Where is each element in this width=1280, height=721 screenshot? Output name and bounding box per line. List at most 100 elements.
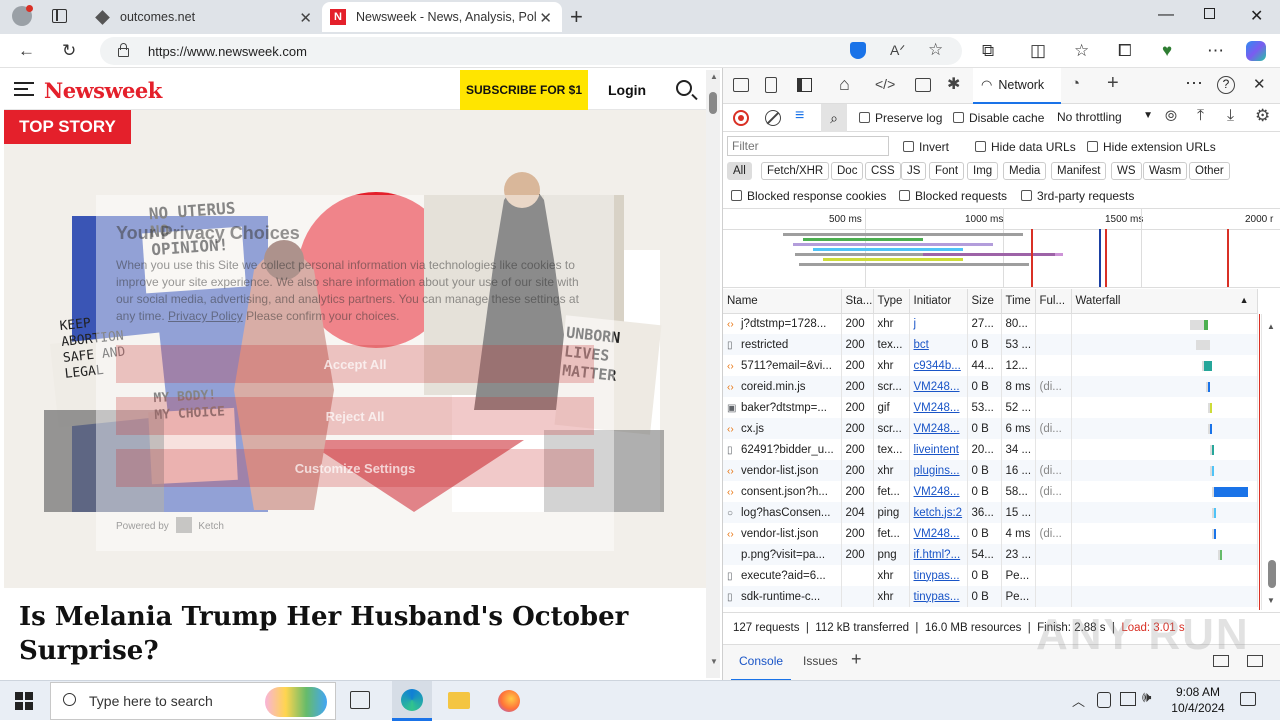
show-hidden-icons[interactable]: ︿ — [1072, 691, 1085, 710]
login-link[interactable]: Login — [608, 82, 646, 98]
hide-data-urls-checkbox[interactable]: Hide data URLs — [975, 140, 1076, 154]
export-har-icon[interactable]: ⤓ — [1227, 107, 1234, 125]
profile-icon[interactable] — [12, 5, 33, 26]
request-initiator[interactable]: tinypas... — [909, 565, 968, 586]
request-initiator[interactable]: if.html?... — [909, 544, 968, 565]
request-row[interactable]: ▯ 62491?bidder_u... 200 tex... liveintent 20.… — [723, 439, 1258, 460]
request-initiator[interactable]: ketch.js:2 — [909, 502, 968, 523]
tab-network[interactable]: ◠ Network — [973, 68, 1061, 104]
request-initiator[interactable]: j — [909, 313, 968, 334]
request-row[interactable]: ▯ restricted 200 tex... bct 0 B 53 ... — [723, 334, 1258, 355]
chip-manifest[interactable]: Manifest — [1051, 162, 1107, 180]
maximize-button[interactable] — [1204, 6, 1215, 24]
request-row[interactable]: ‹› vendor-list.json 200 xhr plugins... 0 B 16 … — [723, 460, 1258, 481]
search-icon[interactable]: ⌕ — [821, 104, 847, 132]
device-toolbar-icon[interactable] — [765, 77, 777, 93]
favorite-star-icon[interactable]: ☆ — [928, 40, 943, 60]
favorites-icon[interactable]: ☆ — [1074, 41, 1089, 61]
hamburger-menu-icon[interactable] — [14, 82, 34, 97]
request-row[interactable]: ‹› vendor-list.json 200 fet... VM248... 0 B4 … — [723, 523, 1258, 544]
disable-cache-checkbox[interactable]: Disable cache — [953, 111, 1044, 125]
request-row[interactable]: ▯ execute?aid=6... xhr tinypas... 0 B Pe... — [723, 565, 1258, 586]
refresh-icon[interactable]: ↻ — [62, 41, 76, 61]
shield-icon[interactable] — [850, 42, 866, 59]
chip-font[interactable]: Font — [929, 162, 965, 180]
accept-all-button[interactable]: Accept All — [116, 345, 594, 383]
close-window-button[interactable]: ✕ — [1250, 6, 1263, 26]
chip-other[interactable]: Other — [1189, 162, 1230, 180]
article-headline[interactable]: Is Melania Trump Her Husband's October S… — [19, 600, 659, 668]
request-row[interactable]: p.png?visit=pa... 200 png if.html?... 54... 2… — [723, 544, 1258, 565]
performance-icon[interactable]: ♥ — [1162, 41, 1172, 61]
request-row[interactable]: ‹› consent.json?h... 200 fet... VM248... 0 B5… — [723, 481, 1258, 502]
close-tab-icon[interactable]: ✕ — [539, 9, 552, 27]
inspect-icon[interactable] — [733, 78, 749, 92]
tab-newsweek[interactable]: N Newsweek - News, Analysis, Polit ✕ — [322, 2, 562, 32]
customize-settings-button[interactable]: Customize Settings — [116, 449, 594, 487]
table-scrollbar[interactable]: ▲ ▼ — [1261, 314, 1280, 610]
request-row[interactable]: ‹› 5711?email=&vi... 200 xhr c9344b... 44... 1… — [723, 355, 1258, 376]
chip-doc[interactable]: Doc — [831, 162, 864, 180]
request-row[interactable]: ‹› coreid.min.js 200 scr... VM248... 0 B8 ms(… — [723, 376, 1258, 397]
request-initiator[interactable]: plugins... — [909, 460, 968, 481]
split-screen-icon[interactable]: ◫ — [1030, 41, 1046, 61]
overview-timeline[interactable]: 500 ms 1000 ms 1500 ms 2000 r — [723, 208, 1280, 288]
page-scrollbar[interactable]: ▲ ▼ — [706, 70, 720, 678]
collections-icon[interactable]: ⧠ — [1118, 41, 1132, 61]
blocked-response-cookies-checkbox[interactable]: Blocked response cookies — [731, 189, 886, 203]
address-bar[interactable]: https://www.newsweek.com Aᐟ ☆ — [100, 37, 962, 65]
request-initiator[interactable]: bct — [909, 334, 968, 355]
extensions-icon[interactable]: ⧉ — [982, 41, 994, 61]
debugger-bug-icon[interactable]: ✱ — [947, 74, 960, 94]
firefox-icon[interactable] — [498, 690, 520, 712]
request-initiator[interactable]: VM248... — [909, 376, 968, 397]
network-conditions-icon[interactable]: ⦾ — [1165, 108, 1177, 125]
request-initiator[interactable]: VM248... — [909, 481, 968, 502]
request-initiator[interactable]: c9344b... — [909, 355, 968, 376]
chip-ws[interactable]: WS — [1111, 162, 1142, 180]
request-initiator[interactable]: VM248... — [909, 397, 968, 418]
copilot-icon[interactable] — [1246, 41, 1266, 61]
chip-img[interactable]: Img — [967, 162, 999, 180]
close-devtools-icon[interactable]: ✕ — [1253, 75, 1266, 93]
minimize-button[interactable]: — — [1158, 6, 1174, 24]
col-initiator[interactable]: Initiator — [909, 289, 968, 314]
chip-js[interactable]: JS — [901, 162, 927, 180]
request-row[interactable]: ▯ sdk-runtime-c... xhr tinypas... 0 B Pe... — [723, 586, 1258, 607]
third-party-requests-checkbox[interactable]: 3rd-party requests — [1021, 189, 1134, 203]
edge-taskbar-icon[interactable] — [392, 681, 432, 721]
network-icon[interactable] — [1120, 692, 1136, 706]
clock[interactable]: 9:08 AM 10/4/2024 — [1168, 684, 1228, 716]
request-row[interactable]: ‹› j?dtstmp=1728... 200 xhr j 27... 80... — [723, 313, 1258, 334]
tab-issues[interactable]: Issues — [803, 654, 838, 668]
chip-media[interactable]: Media — [1003, 162, 1047, 180]
invert-checkbox[interactable]: Invert — [903, 140, 949, 154]
request-row[interactable]: ‹› cx.js 200 scr... VM248... 0 B6 ms (di... — [723, 418, 1258, 439]
newsweek-logo[interactable]: Newsweek — [44, 78, 162, 103]
request-initiator[interactable]: VM248... — [909, 418, 968, 439]
privacy-policy-link[interactable]: Privacy Policy — [168, 309, 243, 323]
performance-icon[interactable]: ◔ — [1071, 75, 1080, 92]
col-size[interactable]: Size — [967, 289, 1002, 314]
filter-funnel-icon[interactable]: ≡ — [795, 107, 804, 125]
request-initiator[interactable]: liveintent — [909, 439, 968, 460]
taskbar-search[interactable]: Type here to search — [50, 682, 336, 720]
hide-extension-urls-checkbox[interactable]: Hide extension URLs — [1087, 140, 1216, 154]
tray-app-icon[interactable] — [1097, 692, 1111, 708]
tab-actions-icon[interactable] — [52, 9, 67, 23]
request-initiator[interactable]: tinypas... — [909, 586, 968, 607]
record-icon[interactable] — [733, 110, 749, 126]
file-explorer-icon[interactable] — [448, 692, 470, 709]
read-aloud-icon[interactable]: Aᐟ — [890, 42, 905, 59]
col-fulfilled[interactable]: Ful... — [1035, 289, 1072, 314]
elements-icon[interactable]: </> — [875, 76, 895, 92]
preserve-log-checkbox[interactable]: Preserve log — [859, 111, 942, 125]
more-tools-icon[interactable]: + — [1107, 72, 1119, 95]
dock-icon[interactable] — [797, 78, 812, 92]
windows-start-icon[interactable] — [15, 692, 33, 710]
col-status[interactable]: Sta... — [841, 289, 874, 314]
col-time[interactable]: Time — [1001, 289, 1036, 314]
chip-fetch-xhr[interactable]: Fetch/XHR — [761, 162, 830, 180]
tab-console[interactable]: Console — [731, 645, 792, 681]
hero-image[interactable]: NO UTERUS NO OPINION! KEEP ABORTION SAFE… — [4, 110, 706, 588]
